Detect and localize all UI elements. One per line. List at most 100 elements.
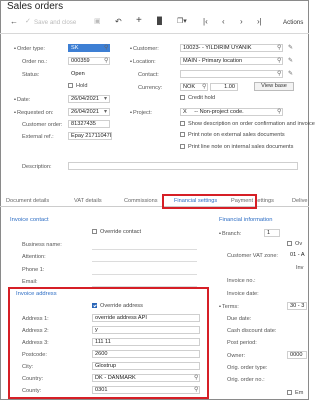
override-address-checkbox[interactable] [92, 303, 97, 308]
actions-menu[interactable]: Actions [283, 19, 303, 26]
show-description-label: Show description on order confirmation a… [188, 121, 315, 127]
county-search-icon[interactable]: ⚲ [194, 387, 198, 393]
tab-delivery[interactable]: Delive [292, 198, 308, 204]
address3-field[interactable]: 111 11 [92, 338, 200, 346]
date-label: •Date: [14, 97, 31, 103]
requested-on-calendar-icon[interactable]: ▾ [104, 109, 107, 115]
contact-label: Contact: [138, 72, 159, 78]
save-icon[interactable]: ▣ [94, 17, 101, 27]
address2-field[interactable]: y [92, 326, 200, 334]
order-no-label: Order no.: [22, 59, 48, 65]
customer-field[interactable]: 10023- - YILDIRIM UYANIK [180, 44, 283, 52]
invoice-link[interactable]: Inv [296, 265, 303, 271]
email-checkbox[interactable] [287, 390, 292, 395]
override-vat-label: Ov [295, 241, 303, 247]
requested-on-label: •Requested on: [14, 110, 54, 116]
branch-field[interactable]: 1 [264, 229, 280, 237]
address2-label: Address 2: [22, 328, 49, 334]
tab-document-details[interactable]: Document details [6, 198, 49, 204]
currency-search-icon[interactable]: ⚲ [202, 84, 206, 90]
credit-hold-label: Credit hold [188, 95, 216, 101]
country-field[interactable]: DK - DANMARK [92, 374, 200, 382]
show-description-checkbox[interactable] [180, 121, 185, 126]
customer-search-icon[interactable]: ⚲ [277, 45, 281, 51]
postcode-label: Postcode: [22, 352, 47, 358]
print-line-note-internal-checkbox[interactable] [180, 144, 185, 149]
project-search-icon[interactable]: ⚲ [277, 109, 281, 115]
postcode-field[interactable]: 2600 [92, 350, 200, 358]
status-value: Open [68, 70, 110, 78]
undo-icon[interactable]: ↶ [115, 17, 122, 27]
customer-label: •Customer: [130, 46, 159, 52]
county-label: County: [22, 388, 42, 394]
override-vat-checkbox[interactable] [287, 241, 292, 246]
toolbar: ← ✓ Save and close ▣ ↶ + █ ❐▾ |‹ ‹ › ›| … [0, 12, 309, 34]
status-label: Status: [22, 72, 40, 78]
invoice-address-title: Invoice address [16, 291, 57, 297]
print-line-note-internal-label: Print line note on internal sales docume… [188, 144, 294, 150]
currency-label: Currency: [138, 85, 163, 91]
address3-label: Address 3: [22, 340, 49, 346]
print-note-external-label: Print note on external sales documents [188, 132, 285, 138]
project-code: X [183, 109, 187, 115]
tab-commissions[interactable]: Commissions [124, 198, 158, 204]
tab-vat-details[interactable]: VAT details [74, 198, 102, 204]
business-name-field[interactable] [92, 249, 197, 250]
print-note-external-checkbox[interactable] [180, 132, 185, 137]
order-type-search-icon[interactable]: ⚲ [104, 45, 108, 51]
country-search-icon[interactable]: ⚲ [194, 375, 198, 381]
delete-icon[interactable]: █ [157, 17, 162, 27]
hold-checkbox[interactable] [68, 83, 73, 88]
last-record-icon[interactable]: ›| [257, 17, 262, 27]
location-search-icon[interactable]: ⚲ [277, 58, 281, 64]
hold-label: Hold [76, 83, 88, 89]
add-icon[interactable]: + [136, 16, 142, 26]
contact-field[interactable] [180, 70, 283, 78]
first-record-icon[interactable]: |‹ [203, 17, 208, 27]
due-date-label: Due date: [227, 316, 252, 322]
project-description: -- Non-project code. [194, 109, 244, 115]
date-calendar-icon[interactable]: ▾ [104, 96, 107, 102]
location-label: •Location: [130, 59, 156, 65]
address1-field[interactable]: override address API [92, 314, 200, 322]
attention-label: Attention: [22, 254, 46, 260]
customer-order-field[interactable]: 81327435 [68, 120, 110, 128]
override-contact-label: Override contact [100, 229, 142, 235]
orig-order-type-label: Orig. order type: [227, 365, 268, 371]
location-field[interactable]: MAIN - Primary location [180, 57, 283, 65]
project-field[interactable]: X -- Non-project code. [180, 108, 283, 116]
back-arrow-icon[interactable]: ← [10, 17, 18, 27]
order-no-search-icon[interactable]: ⚲ [104, 58, 108, 64]
country-label: Country: [22, 376, 44, 382]
next-record-icon[interactable]: › [240, 17, 243, 27]
currency-rate-field[interactable]: 1.00 [210, 83, 238, 91]
project-label: •Project: [130, 110, 152, 116]
customer-edit-icon[interactable]: ✎ [288, 45, 293, 51]
city-field[interactable]: Glostrup [92, 362, 200, 370]
view-base-button[interactable]: View base [254, 82, 294, 91]
owner-field[interactable]: 0000 [287, 351, 307, 359]
external-ref-label: External ref.: [22, 134, 54, 140]
description-field[interactable] [68, 162, 298, 170]
customer-vat-zone-label: Customer VAT zone: [227, 253, 278, 259]
invoice-contact-title: Invoice contact [10, 217, 49, 223]
location-edit-icon[interactable]: ✎ [288, 58, 293, 64]
page-title: Sales orders [7, 1, 64, 12]
attention-field[interactable] [92, 261, 197, 262]
phone1-field[interactable] [92, 274, 197, 275]
email-option-label: Em [295, 390, 304, 396]
external-ref-field[interactable]: Epay 21711047I [68, 132, 112, 140]
save-close-button[interactable]: Save and close [34, 19, 76, 26]
description-label: Description: [22, 164, 52, 170]
contact-search-icon[interactable]: ⚲ [277, 71, 281, 77]
previous-record-icon[interactable]: ‹ [222, 17, 225, 27]
terms-field[interactable]: 30 - 3 [287, 302, 307, 310]
county-field[interactable]: 0301 [92, 386, 200, 394]
branch-label: •Branch: [219, 231, 242, 237]
override-contact-checkbox[interactable] [92, 229, 97, 234]
tab-highlight-box [162, 194, 257, 209]
contact-edit-icon[interactable]: ✎ [288, 71, 293, 77]
orig-order-no-label: Orig. order no.: [227, 377, 265, 383]
copy-icon[interactable]: ❐▾ [177, 17, 187, 27]
credit-hold-checkbox[interactable] [180, 95, 185, 100]
